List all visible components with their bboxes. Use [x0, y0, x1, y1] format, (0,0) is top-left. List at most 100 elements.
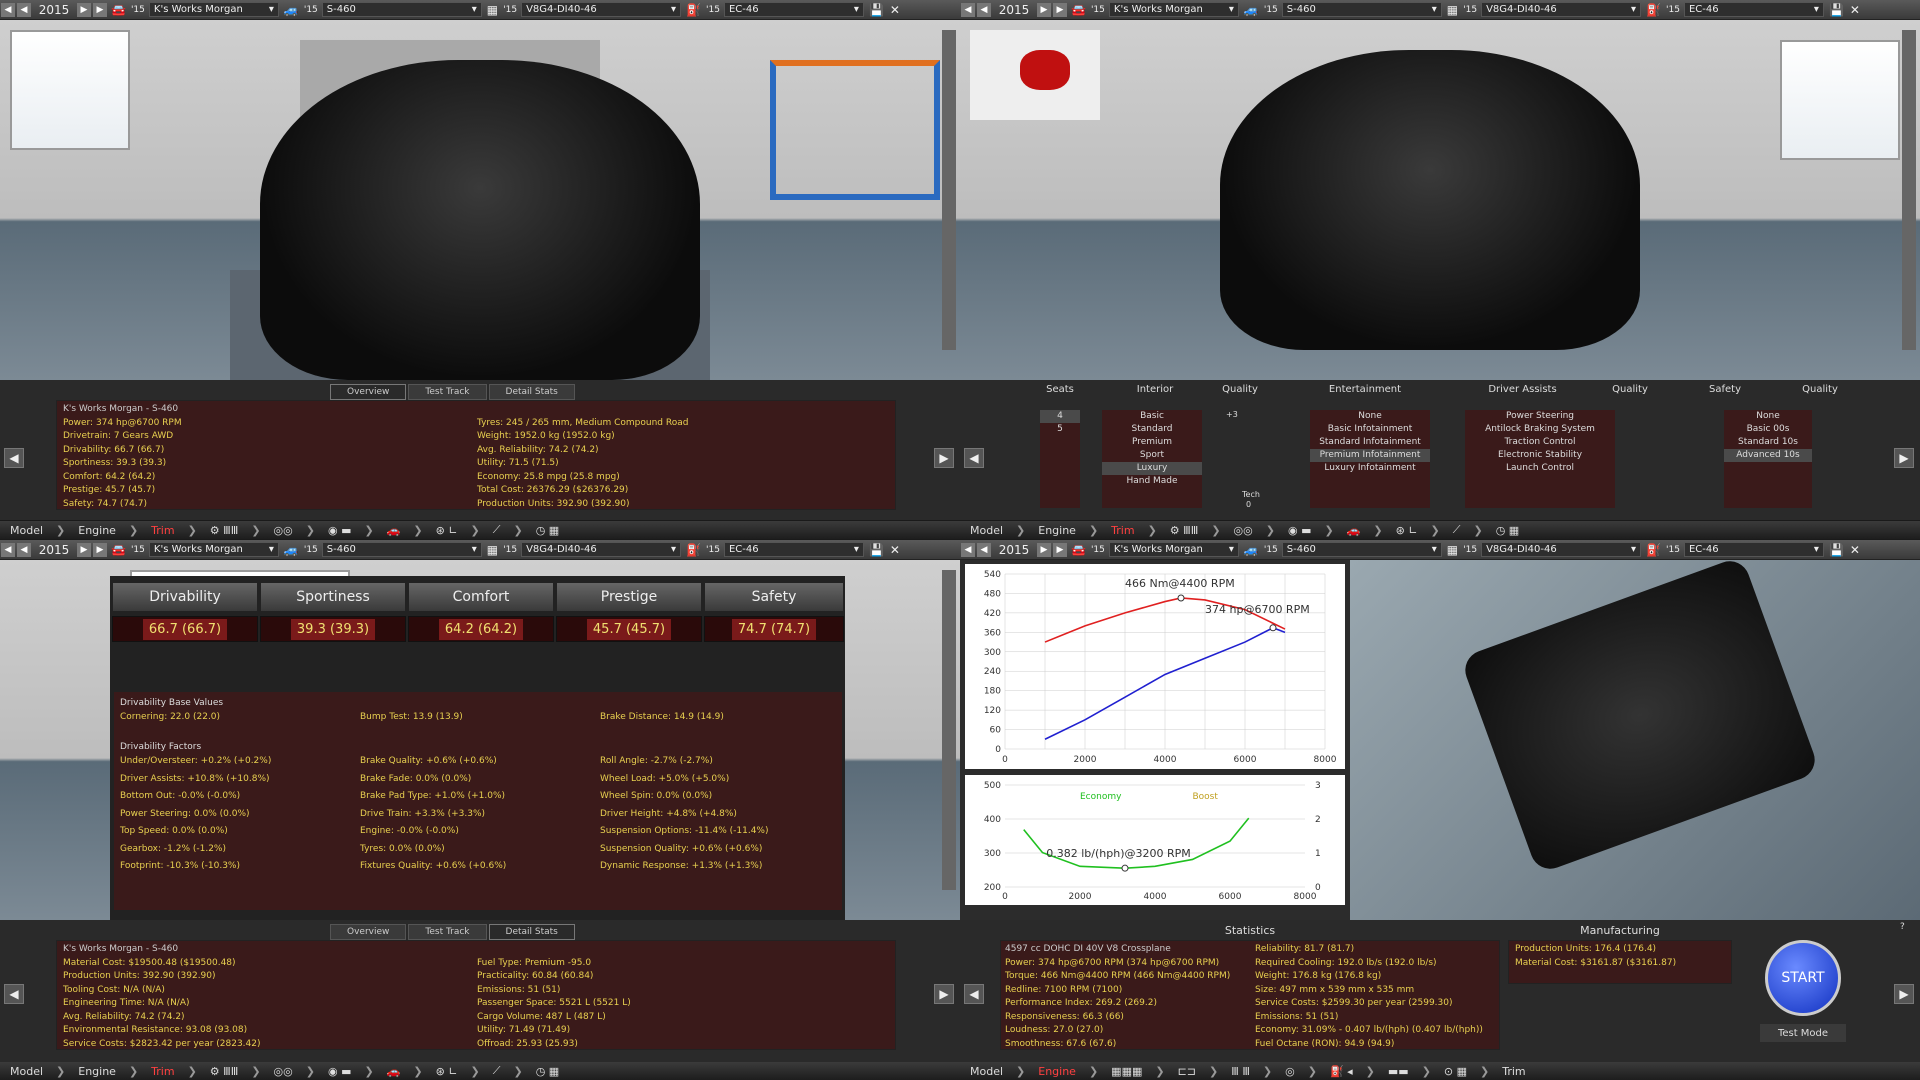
next-year-button[interactable]: ▶: [1053, 2, 1067, 17]
list-item[interactable]: Electronic Stability: [1465, 449, 1615, 462]
prev-button[interactable]: ◀: [17, 542, 31, 557]
fixtures-icon[interactable]: ⟋: [483, 1064, 511, 1078]
list-item[interactable]: Advanced 10s: [1724, 449, 1812, 462]
next-panel-button[interactable]: ▶: [1894, 984, 1914, 1004]
nav-trim[interactable]: Trim: [141, 524, 184, 537]
list-item[interactable]: Hand Made: [1102, 475, 1202, 488]
next-panel-button[interactable]: ▶: [934, 448, 954, 468]
model-dropdown[interactable]: K's Works Morgan ▾: [1108, 542, 1239, 557]
close-icon[interactable]: ✕: [1850, 3, 1860, 17]
nav-model[interactable]: Model: [960, 524, 1013, 537]
nav-model[interactable]: Model: [0, 1065, 53, 1078]
prev-panel-button[interactable]: ◀: [964, 448, 984, 468]
list-item[interactable]: Power Steering: [1465, 410, 1615, 423]
start-button[interactable]: START: [1765, 940, 1841, 1016]
list-item[interactable]: Antilock Braking System: [1465, 423, 1615, 436]
scrollbar[interactable]: [942, 570, 956, 890]
help-button[interactable]: ?: [1900, 922, 1905, 932]
viewport-rear[interactable]: ◀ ◀ 2015 ▶ ▶ 🚘 '15 K's Works Morgan ▾ 🚙 '15 S…: [960, 0, 1920, 380]
model-dropdown[interactable]: K's Works Morgan ▾: [148, 2, 279, 17]
list-item[interactable]: Traction Control: [1465, 436, 1615, 449]
next-button[interactable]: ▶: [1037, 542, 1051, 557]
trim-dropdown[interactable]: S-460 ▾: [321, 2, 482, 17]
family-dropdown[interactable]: EC-46 ▾: [723, 2, 864, 17]
test-mode-button[interactable]: Test Mode: [1760, 1024, 1846, 1042]
close-icon[interactable]: ✕: [1850, 543, 1860, 557]
body-icon[interactable]: 🚗: [377, 524, 411, 537]
interior-list[interactable]: Basic Standard Premium Sport Luxury Hand Made: [1102, 410, 1202, 508]
tune-icon[interactable]: ⊙ ▦: [1434, 1065, 1477, 1078]
prev-button[interactable]: ◀: [17, 2, 31, 17]
trim-dropdown[interactable]: S-460 ▾: [321, 542, 482, 557]
tab-safety[interactable]: Safety: [704, 582, 844, 612]
exhaust-icon[interactable]: ▬▬: [1378, 1065, 1419, 1078]
model-dropdown[interactable]: K's Works Morgan ▾: [148, 542, 279, 557]
chassis-icon[interactable]: ⚙ ⅢⅢ: [200, 1065, 249, 1078]
next-year-button[interactable]: ▶: [93, 2, 107, 17]
next-button[interactable]: ▶: [1037, 2, 1051, 17]
nav-trim[interactable]: Trim: [141, 1065, 184, 1078]
steering-icon[interactable]: ⊛ ∟: [426, 524, 468, 537]
nav-engine[interactable]: Engine: [68, 1065, 126, 1078]
list-item[interactable]: None: [1724, 410, 1812, 423]
family-dropdown[interactable]: EC-46 ▾: [723, 542, 864, 557]
tab-comfort[interactable]: Comfort: [408, 582, 554, 612]
seats-list[interactable]: 45: [1040, 410, 1080, 508]
list-item[interactable]: 4: [1040, 410, 1080, 423]
prev-panel-button[interactable]: ◀: [964, 984, 984, 1004]
nav-engine[interactable]: Engine: [1028, 1065, 1086, 1078]
close-icon[interactable]: ✕: [890, 3, 900, 17]
drivetrain-icon[interactable]: ◉ ▬: [318, 524, 362, 537]
list-item[interactable]: Standard: [1102, 423, 1202, 436]
heads-icon[interactable]: Ⅲ Ⅲ: [1221, 1065, 1260, 1078]
list-item[interactable]: Launch Control: [1465, 462, 1615, 475]
prev-year-button[interactable]: ◀: [961, 2, 975, 17]
engine-dropdown[interactable]: V8G4-DI40-46 ▾: [521, 2, 682, 17]
chassis-icon[interactable]: ⚙ ⅢⅢ: [1160, 524, 1209, 537]
fixtures-icon[interactable]: ⟋: [1443, 523, 1471, 537]
list-item[interactable]: Standard Infotainment: [1310, 436, 1430, 449]
tab-sportiness[interactable]: Sportiness: [260, 582, 406, 612]
list-item[interactable]: Basic: [1102, 410, 1202, 423]
trim-dropdown[interactable]: S-460 ▾: [1281, 542, 1442, 557]
list-item[interactable]: Standard 10s: [1724, 436, 1812, 449]
driver-assists-list[interactable]: Power Steering Antilock Braking System Tra…: [1465, 410, 1615, 508]
tab-overview[interactable]: Overview: [330, 924, 407, 940]
nav-model[interactable]: Model: [960, 1065, 1013, 1078]
family-dropdown[interactable]: EC-46 ▾: [1683, 2, 1824, 17]
drivetrain-icon[interactable]: ◉ ▬: [318, 1065, 362, 1078]
chassis-icon[interactable]: ⚙ ⅢⅢ: [200, 524, 249, 537]
save-icon[interactable]: 💾: [1829, 543, 1844, 557]
tab-drivability[interactable]: Drivability: [112, 582, 258, 612]
engine-dropdown[interactable]: V8G4-DI40-46 ▾: [521, 542, 682, 557]
close-icon[interactable]: ✕: [890, 543, 900, 557]
save-icon[interactable]: 💾: [1829, 3, 1844, 17]
trim-dropdown[interactable]: S-460 ▾: [1281, 2, 1442, 17]
next-panel-button[interactable]: ▶: [1894, 448, 1914, 468]
scrollbar[interactable]: [1902, 30, 1916, 350]
entertainment-list[interactable]: None Basic Infotainment Standard Infotainm…: [1310, 410, 1430, 508]
list-item[interactable]: Premium: [1102, 436, 1202, 449]
next-year-button[interactable]: ▶: [1053, 542, 1067, 557]
prev-year-button[interactable]: ◀: [961, 542, 975, 557]
prev-button[interactable]: ◀: [977, 2, 991, 17]
safety-list[interactable]: None Basic 00s Standard 10s Advanced 10s: [1724, 410, 1812, 508]
scrollbar[interactable]: [942, 30, 956, 350]
list-item[interactable]: Premium Infotainment: [1310, 449, 1430, 462]
aspiration-icon[interactable]: ◎: [1275, 1065, 1305, 1078]
tab-overview[interactable]: Overview: [330, 384, 407, 400]
crank-icon[interactable]: ⊏⊐: [1168, 1065, 1206, 1078]
nav-model[interactable]: Model: [0, 524, 53, 537]
list-item[interactable]: Luxury: [1102, 462, 1202, 475]
next-button[interactable]: ▶: [77, 2, 91, 17]
steering-icon[interactable]: ⊛ ∟: [1386, 524, 1428, 537]
finish-icon[interactable]: ◷ ▦: [526, 1065, 570, 1078]
steering-icon[interactable]: ⊛ ∟: [426, 1065, 468, 1078]
body-icon[interactable]: 🚗: [1337, 524, 1371, 537]
engine-dropdown[interactable]: V8G4-DI40-46 ▾: [1481, 2, 1642, 17]
list-item[interactable]: Basic Infotainment: [1310, 423, 1430, 436]
list-item[interactable]: None: [1310, 410, 1430, 423]
list-item[interactable]: Luxury Infotainment: [1310, 462, 1430, 475]
viewport-front[interactable]: ◀ ◀ 2015 ▶ ▶ 🚘 '15 K's Works Morgan ▾ 🚙 '15 S…: [0, 0, 960, 380]
prev-panel-button[interactable]: ◀: [4, 448, 24, 468]
